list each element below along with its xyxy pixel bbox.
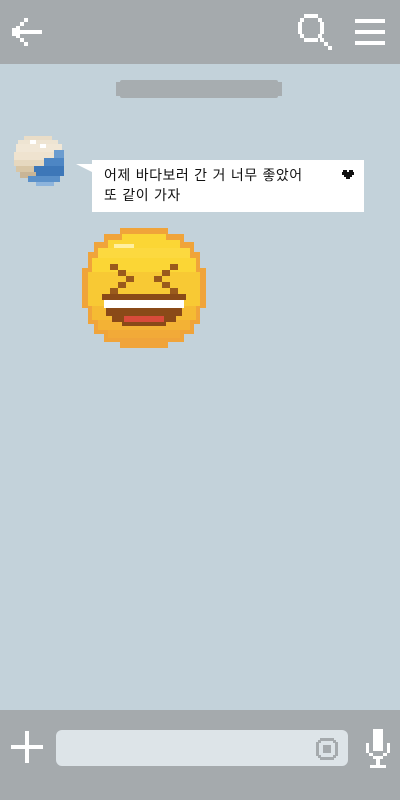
message-bubble[interactable]: 어제 바다보러 간 거 너무 좋았어 또 같이 가자	[92, 160, 364, 212]
microphone-icon	[366, 729, 390, 768]
sticker-button[interactable]	[314, 736, 340, 762]
date-divider-pill	[116, 80, 282, 98]
chat-header	[0, 0, 400, 64]
message-input[interactable]	[56, 730, 348, 766]
back-button[interactable]	[4, 10, 48, 54]
search-icon	[298, 14, 332, 50]
avatar-icon	[14, 136, 64, 186]
avatar[interactable]	[10, 132, 68, 190]
message-input-bar	[0, 710, 400, 800]
arrow-left-icon	[12, 18, 42, 46]
message-text: 어제 바다보러 간 거 너무 좋았어 또 같이 가자	[104, 168, 303, 204]
microphone-button[interactable]	[360, 726, 396, 770]
plus-icon	[11, 731, 43, 763]
search-button[interactable]	[294, 10, 338, 54]
sticker-icon	[316, 738, 338, 760]
heart-icon	[342, 170, 354, 179]
bubble-tail	[76, 164, 92, 172]
attach-plus-button[interactable]	[8, 728, 46, 766]
laughing-emoji-icon	[82, 228, 206, 348]
menu-button[interactable]	[348, 10, 392, 54]
hamburger-menu-icon	[355, 19, 385, 45]
emoji-sticker[interactable]	[80, 226, 208, 350]
